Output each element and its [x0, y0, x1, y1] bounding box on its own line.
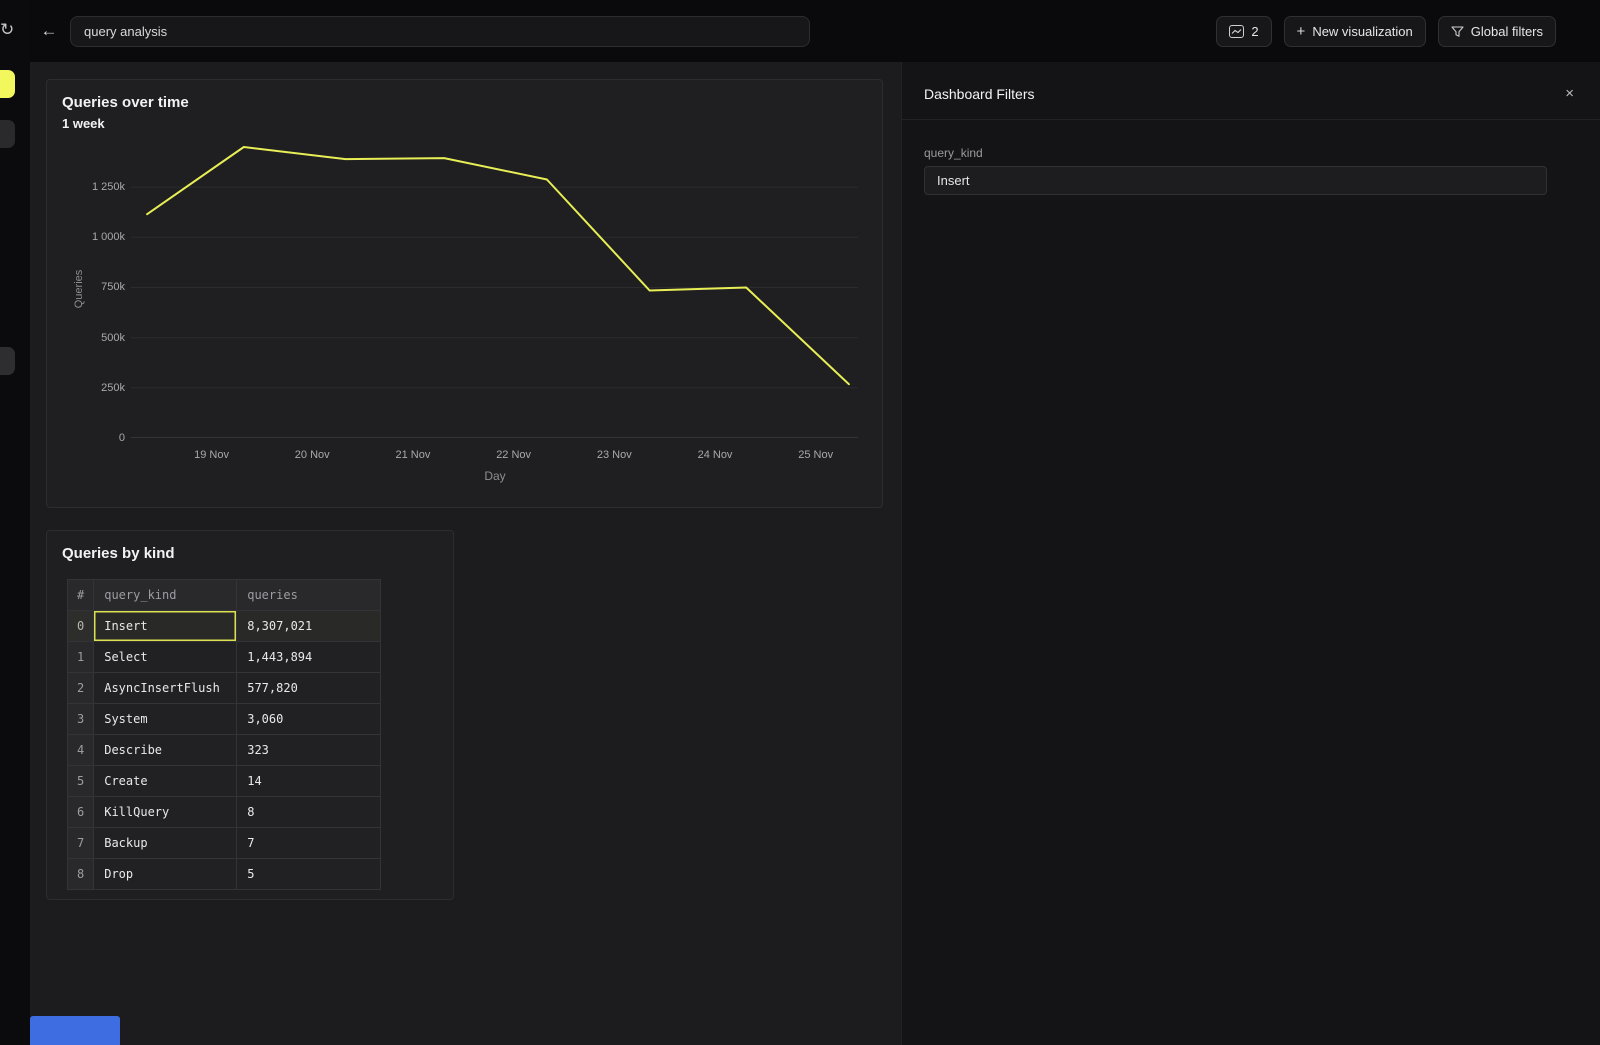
column-header-query_kind[interactable]: query_kind: [94, 580, 237, 611]
global-filters-button[interactable]: Global filters: [1438, 16, 1556, 47]
line-series: [147, 147, 849, 384]
visualization-count: 2: [1251, 24, 1258, 39]
y-tick-label: 250k: [63, 382, 125, 394]
new-visualization-button[interactable]: + New visualization: [1284, 16, 1426, 47]
x-tick-label: 24 Nov: [680, 449, 750, 461]
visualization-count-button[interactable]: 2: [1216, 16, 1271, 47]
y-tick-label: 1 000k: [63, 231, 125, 243]
table-row: 8Drop5: [68, 859, 381, 890]
app-root: { "icons": { "back": "←", "close": "×", …: [0, 0, 1600, 1045]
rail-item[interactable]: [0, 120, 15, 148]
row-index-cell: 7: [68, 828, 94, 859]
x-tick-label: 21 Nov: [378, 449, 448, 461]
column-header-index[interactable]: #: [68, 580, 94, 611]
topbar-actions: 2 + New visualization Global filters: [1216, 16, 1556, 47]
queries-value-cell[interactable]: 323: [237, 735, 381, 766]
row-index-cell: 4: [68, 735, 94, 766]
table-row: 1Select1,443,894: [68, 642, 381, 673]
queries-value-cell[interactable]: 5: [237, 859, 381, 890]
table-row: 2AsyncInsertFlush577,820: [68, 673, 381, 704]
table-row: 7Backup7: [68, 828, 381, 859]
y-tick-label: 500k: [63, 332, 125, 344]
global-filters-label: Global filters: [1471, 24, 1543, 39]
y-tick-label: 750k: [63, 281, 125, 293]
table-row: 4Describe323: [68, 735, 381, 766]
table-body: 0Insert8,307,0211Select1,443,8942AsyncIn…: [68, 611, 381, 890]
dashboard-canvas: Queries over time 1 week Queries 0250k50…: [30, 62, 901, 1045]
x-tick-label: 23 Nov: [579, 449, 649, 461]
filter-field-label: query_kind: [924, 146, 1578, 160]
table-row: 5Create14: [68, 766, 381, 797]
query-kind-cell[interactable]: System: [94, 704, 237, 735]
query-kind-cell[interactable]: Create: [94, 766, 237, 797]
x-tick-label: 19 Nov: [177, 449, 247, 461]
x-axis-title: Day: [465, 469, 525, 483]
chart-card[interactable]: Queries over time 1 week Queries 0250k50…: [46, 79, 883, 508]
queries-value-cell[interactable]: 8,307,021: [237, 611, 381, 642]
rail-item-active[interactable]: [0, 70, 15, 98]
queries-value-cell[interactable]: 3,060: [237, 704, 381, 735]
plus-icon: +: [1297, 24, 1306, 39]
dashboard-title-input[interactable]: [70, 16, 810, 47]
dashboard-filters-panel: Dashboard Filters × query_kind: [901, 62, 1600, 1045]
chart-subtitle: 1 week: [62, 116, 105, 131]
queries-value-cell[interactable]: 14: [237, 766, 381, 797]
query-kind-cell[interactable]: Backup: [94, 828, 237, 859]
row-index-cell: 8: [68, 859, 94, 890]
query-kind-cell[interactable]: Insert: [94, 611, 237, 642]
row-index-cell: 5: [68, 766, 94, 797]
queries-value-cell[interactable]: 8: [237, 797, 381, 828]
line-chart: [131, 141, 858, 438]
back-button[interactable]: ←: [38, 19, 60, 43]
history-icon[interactable]: ↻: [0, 20, 14, 40]
table-header-row: #query_kindqueries: [68, 580, 381, 611]
row-index-cell: 3: [68, 704, 94, 735]
queries-value-cell[interactable]: 577,820: [237, 673, 381, 704]
rail-item[interactable]: [0, 347, 15, 375]
visualization-icon: [1229, 25, 1244, 38]
partial-blue-button[interactable]: [30, 1016, 120, 1045]
close-icon[interactable]: ×: [1561, 84, 1578, 103]
query-kind-cell[interactable]: Drop: [94, 859, 237, 890]
queries-value-cell[interactable]: 1,443,894: [237, 642, 381, 673]
new-visualization-label: New visualization: [1312, 24, 1412, 39]
chart-title: Queries over time: [62, 94, 189, 111]
queries-value-cell[interactable]: 7: [237, 828, 381, 859]
x-tick-label: 25 Nov: [781, 449, 851, 461]
filter-icon: [1451, 25, 1464, 38]
table-row: 0Insert8,307,021: [68, 611, 381, 642]
y-tick-label: 0: [63, 432, 125, 444]
column-header-queries[interactable]: queries: [237, 580, 381, 611]
table-title: Queries by kind: [62, 545, 175, 562]
y-tick-label: 1 250k: [63, 181, 125, 193]
row-index-cell: 2: [68, 673, 94, 704]
row-index-cell: 6: [68, 797, 94, 828]
query-kind-filter-input[interactable]: [924, 166, 1547, 195]
query-kind-cell[interactable]: KillQuery: [94, 797, 237, 828]
queries-by-kind-table: #query_kindqueries 0Insert8,307,0211Sele…: [67, 579, 381, 890]
query-kind-cell[interactable]: Select: [94, 642, 237, 673]
panel-title: Dashboard Filters: [924, 86, 1035, 102]
row-index-cell: 0: [68, 611, 94, 642]
table-row: 3System3,060: [68, 704, 381, 735]
query-kind-cell[interactable]: Describe: [94, 735, 237, 766]
table-card[interactable]: Queries by kind #query_kindqueries 0Inse…: [46, 530, 454, 900]
x-tick-label: 20 Nov: [277, 449, 347, 461]
x-tick-label: 22 Nov: [479, 449, 549, 461]
row-index-cell: 1: [68, 642, 94, 673]
panel-header: Dashboard Filters ×: [902, 62, 1600, 120]
topbar: ← 2 + New visualization Global filters: [30, 0, 1600, 62]
sidebar-rail: ↻: [0, 0, 30, 1045]
query-kind-cell[interactable]: AsyncInsertFlush: [94, 673, 237, 704]
table-row: 6KillQuery8: [68, 797, 381, 828]
